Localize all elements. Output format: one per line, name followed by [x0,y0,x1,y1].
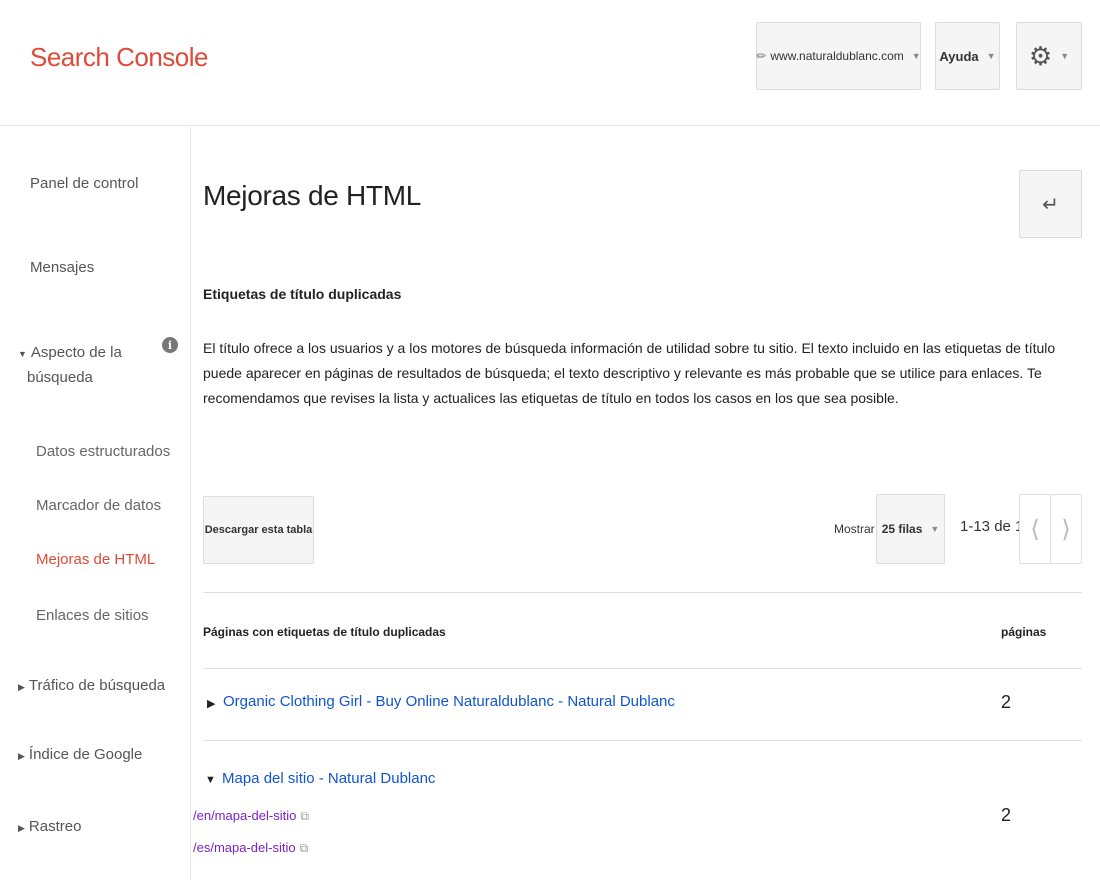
sidebar-item-messages[interactable]: Mensajes [30,259,94,276]
site-selector[interactable]: ✏ www.naturaldublanc.com ▼ [756,22,921,90]
row-title-link[interactable]: Mapa del sitio - Natural Dublanc [222,770,435,787]
sidebar-item-label: Rastreo [28,818,82,835]
column-header-pages[interactable]: páginas [1001,625,1046,639]
external-link-icon[interactable]: ⧉ [300,841,309,855]
table-divider [203,592,1082,593]
collapsed-triangle-icon: ▶ [18,823,25,833]
sidebar-item-sitelinks[interactable]: Enlaces de sitios [36,607,149,624]
rows-per-page-select[interactable]: 25 filas ▼ [876,494,945,564]
external-link-icon[interactable]: ⧉ [300,809,309,823]
collapsed-triangle-icon: ▶ [18,751,25,761]
chevron-down-icon: ▼ [930,524,940,534]
sidebar-item-label: búsqueda [27,369,93,386]
previous-page-button[interactable]: ⟨ [1019,494,1051,564]
info-icon[interactable]: i [162,337,178,353]
rows-per-page-value: 25 filas [881,522,923,536]
url-text: /es/mapa-del-sitio [193,840,296,855]
sidebar-item-search-appearance[interactable]: ▼ Aspecto de la búsqueda [18,341,122,390]
sidebar-item-structured-data[interactable]: Datos estructurados [36,443,170,460]
collapsed-triangle-icon: ▶ [18,682,25,692]
gear-icon: ⚙ [1028,41,1053,71]
sidebar-item-html-improvements[interactable]: Mejoras de HTML [36,551,155,568]
show-rows-label: Mostrar [834,522,875,536]
header: Search Console ✏ www.naturaldublanc.com … [0,0,1100,126]
table-divider [203,740,1082,741]
sidebar-item-label: Aspecto de la [30,344,122,361]
chevron-down-icon: ▼ [1060,51,1070,61]
download-table-button[interactable]: Descargar esta tabla [203,496,314,564]
sidebar-item-panel[interactable]: Panel de control [30,175,138,192]
sidebar-item-data-highlighter[interactable]: Marcador de datos [36,497,161,514]
row-page-count: 2 [1001,805,1012,825]
back-arrow-icon: ↵ [1042,193,1059,216]
sidebar-item-google-index[interactable]: ▶ Índice de Google [18,746,142,763]
settings-button[interactable]: ⚙ ▼ [1016,22,1082,90]
site-label: www.naturaldublanc.com [770,49,904,63]
section-title: Etiquetas de título duplicadas [203,286,402,302]
row-title-link[interactable]: Organic Clothing Girl - Buy Online Natur… [223,693,675,710]
url-link[interactable]: /es/mapa-del-sitio ⧉ [193,840,308,856]
pencil-icon: ✏ [756,49,767,63]
row-page-count: 2 [1001,692,1012,712]
collapse-triangle-icon[interactable]: ▼ [205,774,216,786]
chevron-right-icon: ⟩ [1061,515,1071,543]
column-header-pages-duplicated[interactable]: Páginas con etiquetas de título duplicad… [203,625,446,639]
expanded-triangle-icon: ▼ [18,349,27,359]
app-title[interactable]: Search Console [30,42,209,73]
url-text: /en/mapa-del-sitio [193,808,297,823]
help-label: Ayuda [939,48,979,64]
sidebar-item-search-traffic[interactable]: ▶ Tráfico de búsqueda [18,677,165,694]
page-title: Mejoras de HTML [203,180,422,211]
chevron-down-icon: ▼ [986,51,996,61]
chevron-left-icon: ⟨ [1030,515,1040,543]
expand-triangle-icon[interactable]: ▶ [207,697,215,710]
back-button[interactable]: ↵ [1019,170,1082,238]
description-text: El título ofrece a los usuarios y a los … [203,340,1056,406]
sidebar-item-crawl[interactable]: ▶ Rastreo [18,818,81,835]
url-link[interactable]: /en/mapa-del-sitio ⧉ [193,808,309,824]
help-button[interactable]: Ayuda ▼ [935,22,1000,90]
chevron-down-icon: ▼ [911,51,921,61]
sidebar-item-label: Tráfico de búsqueda [28,677,166,694]
table-divider [203,668,1082,669]
next-page-button[interactable]: ⟩ [1050,494,1082,564]
sidebar-item-label: Índice de Google [28,746,143,763]
